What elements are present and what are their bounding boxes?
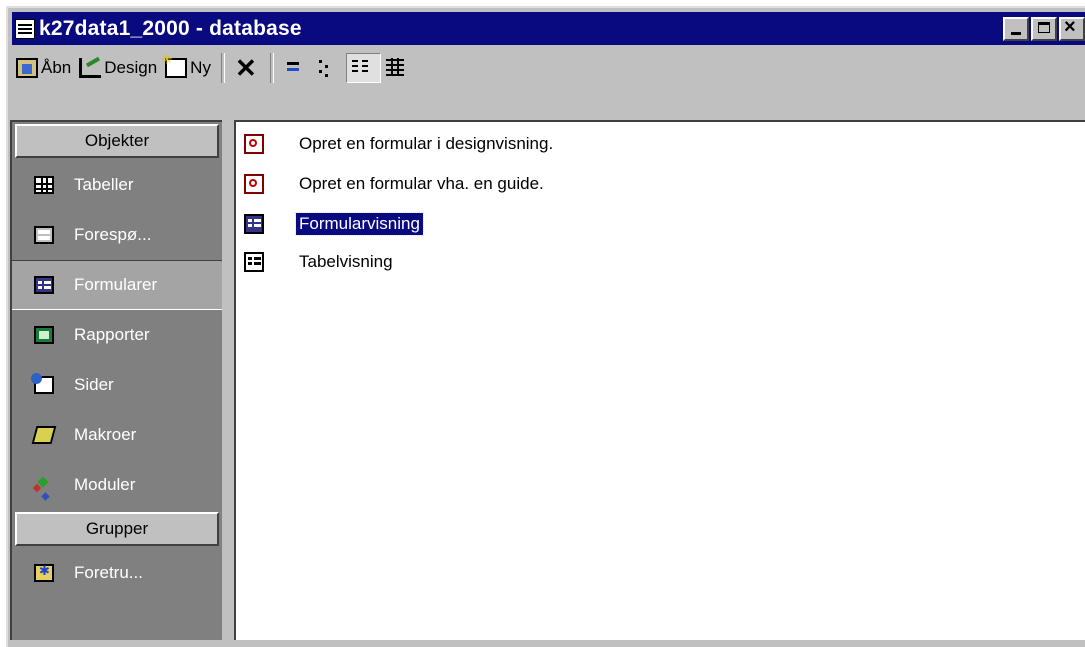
sidebar-item-reports[interactable]: Rapporter — [12, 310, 222, 360]
list-item-label: Opret en formular vha. en guide. — [299, 174, 544, 193]
form-icon — [244, 214, 264, 234]
sidebar-item-modules[interactable]: Moduler — [12, 460, 222, 510]
sidebar-item-label: Makroer — [74, 425, 137, 444]
list-item-label: Formularvisning — [295, 212, 424, 236]
sidebar-item-pages[interactable]: Sider — [12, 360, 222, 410]
sidebar-item-tables[interactable]: Tabeller — [12, 160, 222, 210]
objects-header-button[interactable]: Objekter — [15, 124, 219, 158]
new-icon — [161, 51, 188, 78]
list-item[interactable]: Formularvisning — [244, 212, 424, 236]
minimize-icon — [1011, 32, 1021, 35]
sidebar-item-label: Foretru... — [74, 563, 143, 582]
window-controls: × — [1003, 16, 1085, 41]
create-form-wizard-icon — [244, 174, 264, 194]
objects-bar: Objekter Tabeller Forespø... Formularer … — [10, 120, 222, 640]
new-button[interactable]: Ny — [161, 51, 215, 83]
close-button[interactable]: × — [1059, 16, 1085, 41]
sidebar-item-queries[interactable]: Forespø... — [12, 210, 222, 260]
list-view-icon — [351, 58, 373, 78]
maximize-button[interactable] — [1031, 17, 1057, 41]
details-view-icon — [385, 58, 407, 78]
details-view-button[interactable] — [381, 53, 414, 83]
query-icon — [34, 226, 54, 244]
sidebar-item-label: Moduler — [74, 475, 136, 494]
list-view-button[interactable] — [345, 53, 381, 83]
large-icons-icon — [284, 58, 306, 78]
sidebar-item-label: Sider — [74, 375, 114, 394]
open-icon — [16, 58, 38, 78]
sidebar-item-label: Rapporter — [74, 325, 150, 344]
delete-button[interactable]: ✕ — [231, 53, 264, 83]
page-icon — [31, 373, 54, 394]
close-icon: × — [1064, 16, 1076, 38]
window-title: k27data1_2000 - database — [39, 16, 302, 40]
form-icon — [244, 252, 264, 272]
toolbar-separator — [220, 53, 225, 83]
sidebar-item-forms[interactable]: Formularer — [12, 260, 222, 310]
list-item[interactable]: Opret en formular i designvisning. — [244, 132, 556, 156]
design-label: Design — [104, 58, 158, 77]
open-button[interactable]: Åbn — [12, 53, 75, 83]
database-window-icon[interactable] — [15, 18, 35, 39]
list-item-label: Tabelvisning — [299, 252, 393, 271]
database-window: k27data1_2000 - database × Åbn Design Ny… — [6, 6, 1085, 647]
report-icon — [34, 326, 54, 344]
macro-icon — [31, 426, 57, 444]
delete-icon: ✕ — [234, 53, 257, 83]
toolbar: Åbn Design Ny ✕ — [12, 50, 1085, 86]
open-label: Åbn — [41, 58, 72, 77]
list-item-label: Opret en formular i designvisning. — [299, 134, 554, 153]
create-form-design-icon — [244, 134, 264, 154]
small-icons-button[interactable] — [313, 53, 346, 83]
sidebar-item-label: Formularer — [74, 275, 158, 294]
large-icons-button[interactable] — [280, 53, 313, 83]
new-label: Ny — [190, 58, 211, 77]
toolbar-separator — [269, 53, 274, 83]
design-button[interactable]: Design — [75, 53, 161, 83]
object-list: Opret en formular i designvisning. Opret… — [234, 120, 1085, 640]
title-bar[interactable]: k27data1_2000 - database × — [12, 12, 1085, 45]
list-item[interactable]: Tabelvisning — [244, 250, 396, 274]
sidebar-item-label: Forespø... — [74, 225, 152, 244]
list-item[interactable]: Opret en formular vha. en guide. — [244, 172, 547, 196]
design-icon — [79, 58, 102, 78]
small-icons-icon — [317, 58, 339, 78]
favorites-folder-icon — [34, 563, 54, 582]
maximize-icon — [1038, 22, 1050, 33]
groups-header-button[interactable]: Grupper — [15, 512, 219, 546]
sidebar-item-label: Tabeller — [74, 175, 134, 194]
sidebar-item-macros[interactable]: Makroer — [12, 410, 222, 460]
form-icon — [34, 276, 54, 294]
table-icon — [34, 176, 54, 194]
module-icon — [34, 476, 54, 494]
minimize-button[interactable] — [1003, 17, 1029, 41]
sidebar-item-favorites[interactable]: Foretru... — [12, 548, 222, 598]
